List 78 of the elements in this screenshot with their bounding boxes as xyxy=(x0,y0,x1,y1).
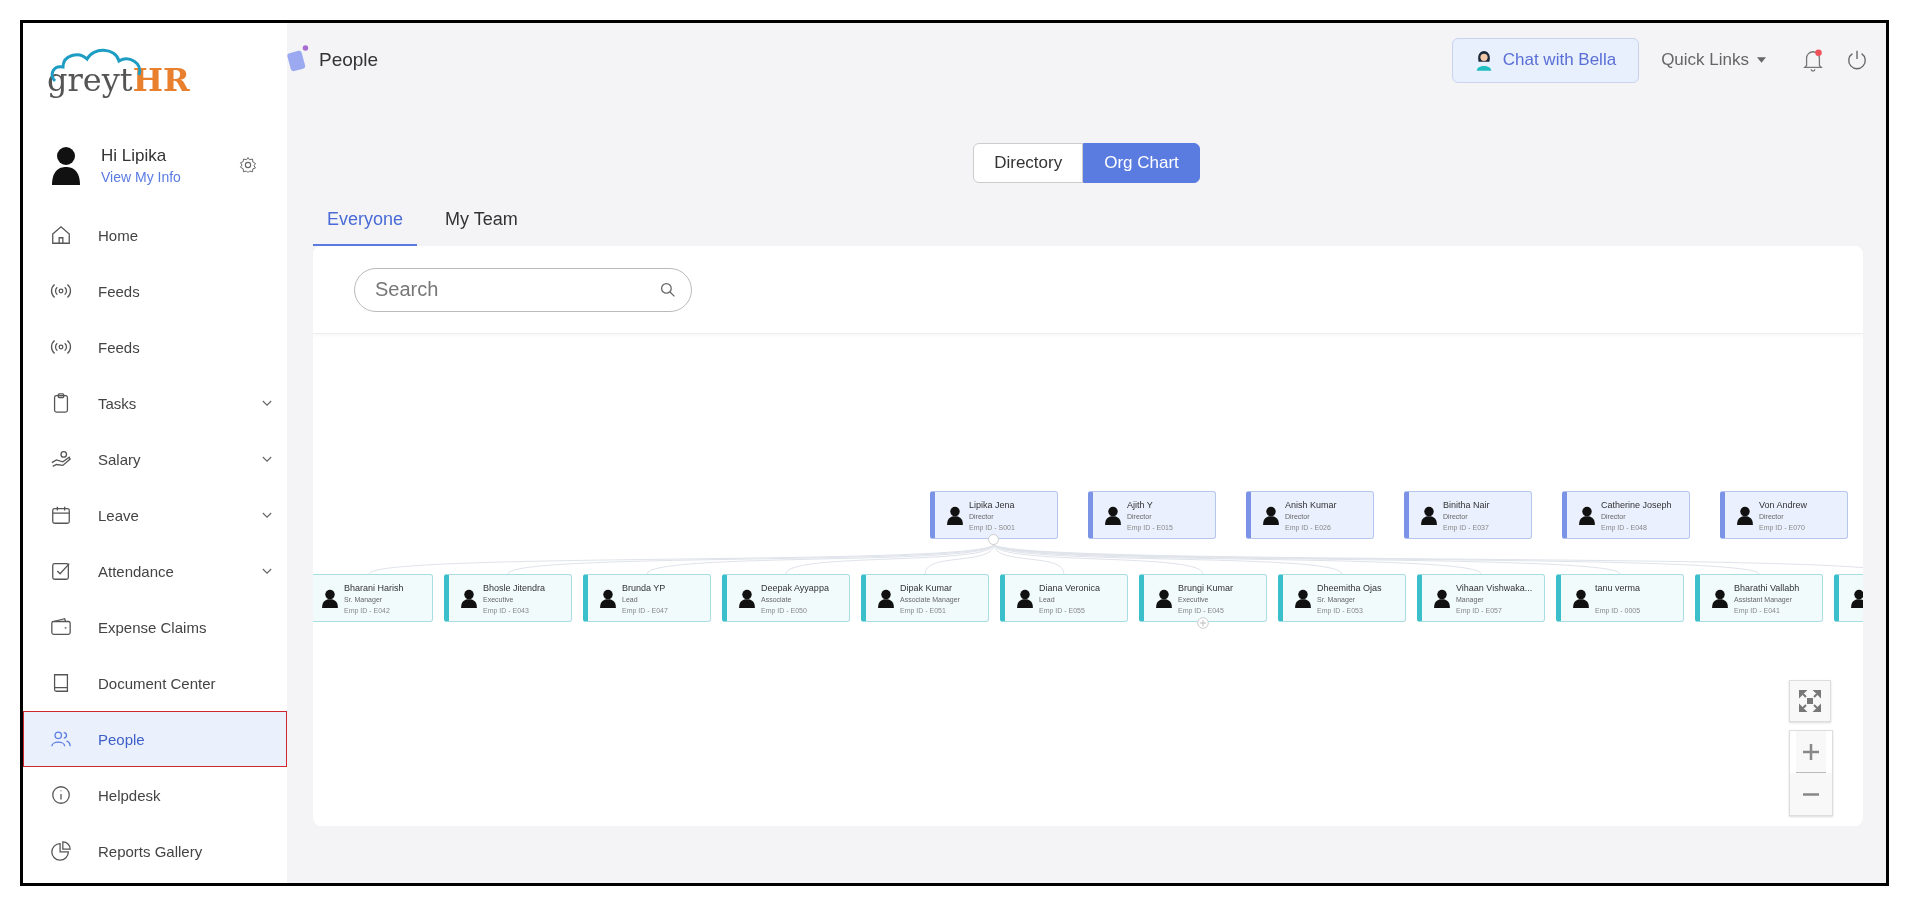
sidebar-item[interactable]: Salary xyxy=(23,431,287,487)
avatar-icon xyxy=(1573,588,1589,608)
hand-icon xyxy=(50,448,72,470)
employee-name: Anish Kumar xyxy=(1285,499,1337,510)
employee-name: Von Andrew xyxy=(1759,499,1808,510)
sidebar-item[interactable]: Document Center xyxy=(23,655,287,711)
caret-down-icon xyxy=(1757,57,1766,63)
sidebar-item[interactable]: Expense Claims xyxy=(23,599,287,655)
employee-name: Catherine Joseph xyxy=(1601,499,1672,510)
greythr-logo: greytHR xyxy=(23,23,287,131)
avatar-icon xyxy=(1295,588,1311,608)
sidebar-item[interactable]: Feeds xyxy=(23,263,287,319)
sidebar-item[interactable]: Home xyxy=(23,207,287,263)
employee-name: Bhosle Jitendra xyxy=(483,582,546,593)
plus-icon xyxy=(1801,741,1821,762)
calendar-icon xyxy=(50,504,72,526)
page-title: People xyxy=(319,49,379,71)
view-info-link[interactable]: View My Info xyxy=(101,168,219,185)
avatar-icon xyxy=(947,505,963,525)
sidebar-item[interactable]: Feeds xyxy=(23,319,287,375)
sidebar-item[interactable]: Helpdesk xyxy=(23,767,287,823)
sidebar-item[interactable]: Attendance xyxy=(23,543,287,599)
employee-name: Vihaan Vishwaka... xyxy=(1456,582,1533,593)
fit-screen-button[interactable] xyxy=(1789,680,1831,722)
pie-chart-icon xyxy=(50,840,72,862)
info-icon xyxy=(50,784,72,806)
avatar-icon xyxy=(1017,588,1033,608)
collapse-toggle-icon[interactable] xyxy=(988,534,999,545)
fit-screen-icon xyxy=(1798,689,1822,713)
wallet-icon xyxy=(50,616,72,638)
home-icon xyxy=(50,224,72,246)
quick-links-dropdown[interactable]: Quick Links xyxy=(1661,50,1766,70)
avatar-icon xyxy=(1579,505,1595,525)
search-icon xyxy=(660,281,676,298)
checkbox-icon xyxy=(50,560,72,582)
employee-name: Dipak Kumar xyxy=(900,582,954,593)
avatar-icon xyxy=(1851,588,1863,608)
avatar-icon xyxy=(51,145,81,185)
employee-name: Bharathi Vallabh xyxy=(1734,582,1800,593)
sidebar-item[interactable]: Reports Gallery xyxy=(23,823,287,879)
avatar-icon xyxy=(1105,505,1121,525)
employee-name: Binitha Nair xyxy=(1443,499,1490,510)
tab[interactable]: My Team xyxy=(431,199,532,246)
employee-name: Brungi Kumar xyxy=(1178,582,1234,593)
zoom-out-button[interactable] xyxy=(1790,773,1832,815)
employee-name: Diana Veronica xyxy=(1039,582,1101,593)
person-icon xyxy=(1474,49,1493,71)
minus-icon xyxy=(1801,792,1821,796)
chat-button[interactable]: Chat with Bella xyxy=(1451,37,1640,83)
avatar-icon xyxy=(1737,505,1753,525)
bell-icon[interactable] xyxy=(1802,48,1824,72)
search-field[interactable]: Search xyxy=(354,267,692,312)
avatar-icon xyxy=(1156,588,1172,608)
view-toggle-button[interactable]: Directory xyxy=(973,143,1084,183)
avatar-icon xyxy=(878,588,894,608)
user-greeting: Hi Lipika xyxy=(101,145,168,166)
employee-name: Ajith Y xyxy=(1127,499,1154,510)
sidebar-item[interactable]: People xyxy=(23,711,287,767)
avatar-icon xyxy=(322,588,338,608)
sidebar-item[interactable]: Leave xyxy=(23,487,287,543)
avatar-icon xyxy=(461,588,477,608)
employee-name: Brunda YP xyxy=(622,582,667,593)
sidebar-item[interactable]: Tasks xyxy=(23,375,287,431)
avatar-icon xyxy=(1434,588,1450,608)
view-toggle-button[interactable]: Org Chart xyxy=(1083,143,1200,183)
avatar-icon xyxy=(1712,588,1728,608)
zoom-in-button[interactable] xyxy=(1796,731,1826,773)
settings-icon[interactable] xyxy=(239,156,257,174)
avatar-icon xyxy=(1263,505,1279,525)
avatar-icon xyxy=(1421,505,1437,525)
power-icon[interactable] xyxy=(1846,49,1868,71)
employee-name: Deepak Ayyappa xyxy=(761,582,829,593)
employee-name: tanu verma xyxy=(1595,582,1641,593)
employee-name: Lipika Jena xyxy=(969,499,1015,510)
employee-name: Bharani Harish xyxy=(344,582,404,593)
avatar-icon xyxy=(739,588,755,608)
employee-name: Dheemitha Ojas xyxy=(1317,582,1382,593)
avatar-icon xyxy=(600,588,616,608)
